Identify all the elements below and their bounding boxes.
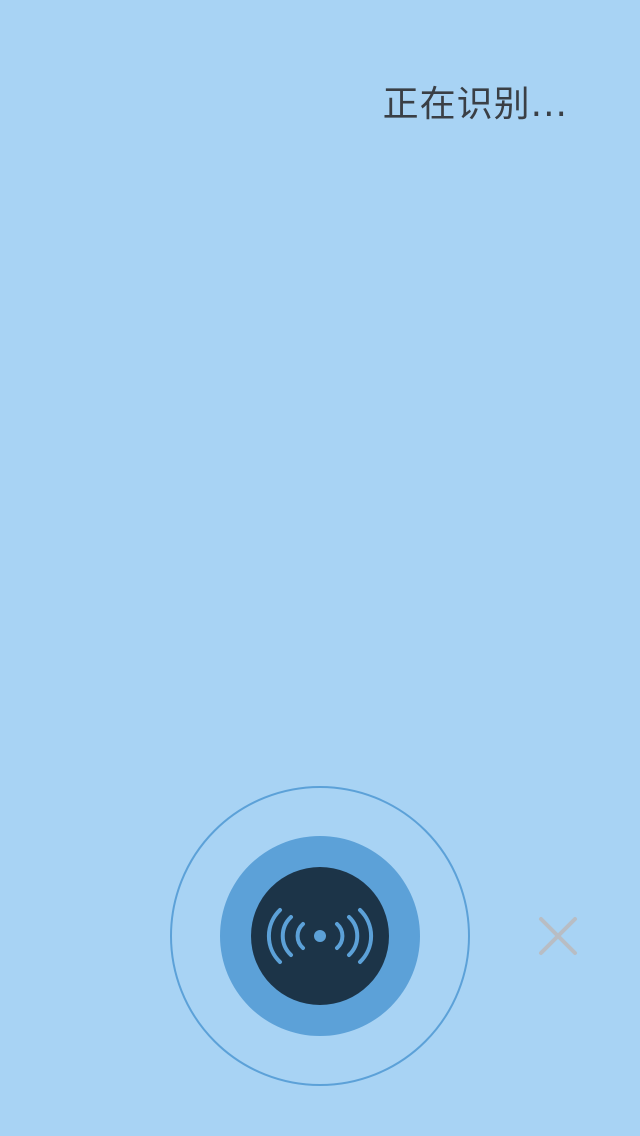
voice-record-button[interactable]: [251, 867, 389, 1005]
voice-input-control: [170, 786, 470, 1086]
close-icon: [539, 917, 577, 955]
broadcast-signal-icon: [266, 908, 374, 964]
close-button[interactable]: [532, 910, 584, 962]
recognition-status-text: 正在识别...: [382, 84, 568, 125]
